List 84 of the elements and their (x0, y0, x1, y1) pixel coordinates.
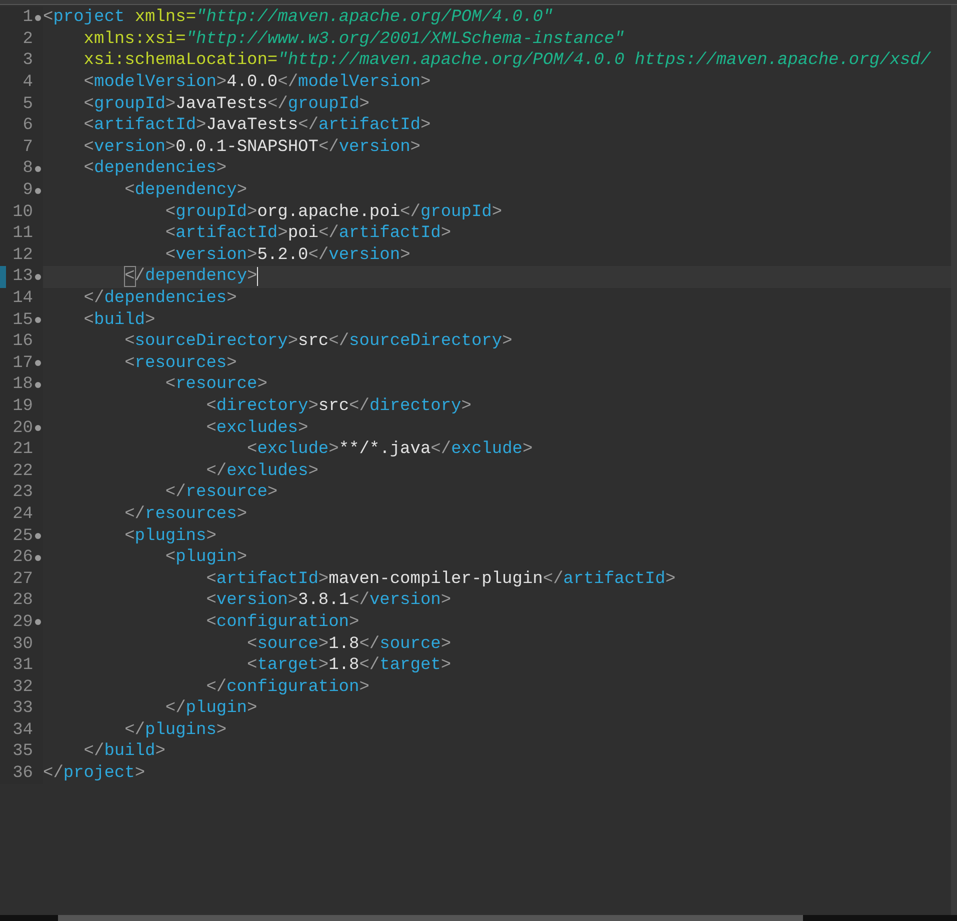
code-line: <source>1.8</source> (247, 636, 452, 653)
line-number: 15 (12, 312, 33, 329)
line-number: 19 (12, 398, 33, 415)
code-line: <excludes> (206, 420, 308, 437)
line-number: 26 (12, 549, 33, 566)
line-number: 3 (22, 52, 33, 70)
code-line: </resource> (165, 484, 278, 502)
line-number: 7 (22, 138, 33, 156)
fold-marker-icon[interactable] (35, 382, 41, 388)
line-number: 36 (12, 765, 33, 782)
code-line: <artifactId>maven-compiler-plugin</artifactId> (206, 570, 676, 588)
line-number: 10 (12, 204, 33, 221)
line-number: 27 (12, 570, 33, 588)
line-number: 34 (12, 722, 33, 739)
line-number: 11 (12, 225, 33, 242)
fold-marker-icon[interactable] (35, 14, 41, 21)
line-number: 16 (12, 333, 33, 350)
line-number: 6 (22, 117, 33, 134)
line-number: 22 (12, 462, 33, 480)
code-line: </configuration> (206, 678, 370, 696)
code-line: </excludes> (206, 462, 318, 480)
code-line: </build> (84, 743, 166, 760)
fold-marker-icon[interactable] (35, 619, 41, 626)
code-line: <plugin> (165, 549, 248, 566)
code-line: <version>3.8.1</version> (206, 592, 452, 610)
line-number: 8 (22, 160, 33, 178)
line-number: 25 (12, 528, 33, 545)
code-line: <resource> (165, 376, 268, 394)
fold-marker-icon[interactable] (35, 274, 41, 280)
line-number: 29 (12, 614, 33, 631)
line-number: 2 (22, 30, 33, 48)
line-number: 24 (12, 506, 33, 523)
code-line: </plugin> (165, 700, 258, 718)
line-number: 12 (12, 246, 33, 264)
line-number: 33 (12, 700, 33, 718)
line-number: 31 (12, 657, 33, 674)
horizontal-scrollbar[interactable] (58, 915, 803, 921)
code-line: <version>0.0.1-SNAPSHOT</version> (84, 138, 420, 156)
code-line: </dependency> (124, 268, 258, 286)
code-line: <artifactId>poi</artifactId> (165, 225, 452, 242)
line-number: 20 (12, 420, 33, 437)
line-number: 13 (12, 268, 33, 286)
code-line: <build> (84, 312, 156, 329)
code-line: </project> (43, 765, 146, 782)
code-line: <project xmlns="http://maven.apache.org/POM/4.0.0" (43, 9, 554, 26)
fold-marker-icon[interactable] (35, 188, 41, 194)
line-number: 21 (12, 441, 33, 458)
line-number: 17 (12, 354, 33, 372)
fold-marker-icon[interactable] (35, 533, 41, 540)
line-number: 9 (22, 182, 33, 200)
code-line: <plugins> (124, 528, 216, 545)
code-line: <groupId>org.apache.poi</groupId> (165, 204, 502, 221)
code-line: xmlns:xsi="http://www.w3.org/2001/XMLSchema-instance" (84, 30, 624, 48)
code-line: <dependencies> (84, 160, 227, 178)
code-line: <directory>src</directory> (206, 398, 472, 415)
code-line: xsi:schemaLocation="http://maven.apache.org/POM/4.0.0 https://maven.apache.org/xsd/ (84, 52, 931, 70)
code-line: </plugins> (124, 722, 227, 739)
code-line: <groupId>JavaTests</groupId> (84, 96, 370, 113)
line-number: 18 (12, 376, 33, 394)
fold-marker-icon[interactable] (35, 425, 41, 432)
code-line: <artifactId>JavaTests</artifactId> (84, 117, 431, 134)
line-number: 28 (12, 592, 33, 610)
code-line: <configuration> (206, 614, 360, 631)
line-number: 5 (22, 96, 33, 113)
code-line: </resources> (124, 506, 248, 523)
fold-marker-icon[interactable] (35, 360, 41, 366)
code-line: <resources> (124, 354, 237, 372)
code-line: </dependencies> (84, 290, 237, 308)
line-number: 35 (12, 743, 33, 760)
line-number: 23 (12, 484, 33, 502)
fold-marker-icon[interactable] (35, 166, 41, 172)
line-number: 4 (22, 74, 33, 92)
line-number: 1 (22, 9, 33, 26)
line-number: 30 (12, 636, 33, 653)
code-line: <sourceDirectory>src</sourceDirectory> (124, 333, 512, 350)
code-line: <target>1.8</target> (247, 657, 452, 674)
code-line: <modelVersion>4.0.0</modelVersion> (84, 74, 431, 92)
line-number: 32 (12, 678, 33, 696)
code-line: <version>5.2.0</version> (165, 246, 410, 264)
code-line: <exclude>**/*.java</exclude> (247, 441, 533, 458)
code-line: <dependency> (124, 182, 248, 200)
fold-marker-icon[interactable] (35, 554, 41, 561)
line-number: 14 (12, 290, 33, 308)
fold-marker-icon[interactable] (35, 317, 41, 324)
